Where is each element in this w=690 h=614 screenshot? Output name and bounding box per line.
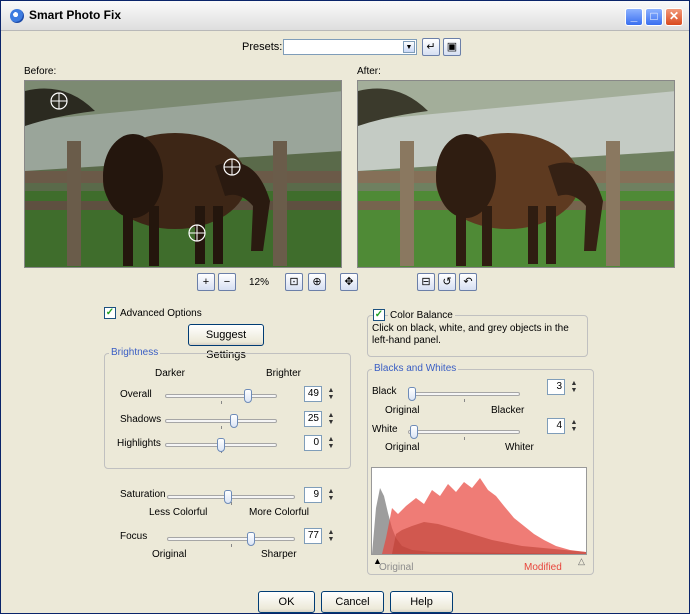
smart-photo-fix-dialog: Smart Photo Fix _ □ ✕ Presets: ▼ ↵ ▣ Bef… — [0, 0, 690, 614]
save-preset-icon[interactable]: ▣ — [443, 38, 461, 56]
saturation-label: Saturation — [120, 489, 166, 500]
white-spinner-icon[interactable]: ▲ ▼ — [569, 419, 579, 433]
shadows-value[interactable]: 25 — [304, 411, 322, 427]
preview-layout-icon[interactable]: ⊟ — [417, 273, 435, 291]
more-colorful-label: More Colorful — [249, 507, 310, 518]
sharper-label: Sharper — [261, 549, 297, 560]
focus-slider-thumb[interactable] — [247, 532, 256, 546]
maximize-button[interactable]: □ — [645, 8, 663, 26]
color-balance-label: Color Balance — [388, 310, 455, 321]
highlights-value[interactable]: 0 — [304, 435, 322, 451]
advanced-options-checkbox[interactable]: ✓ — [104, 307, 116, 319]
blacks-whites-title: Blacks and Whites — [372, 363, 459, 374]
black-original-label: Original — [385, 405, 420, 416]
actual-size-icon[interactable]: ⊕ — [308, 273, 326, 291]
highlights-spinner-icon[interactable]: ▲ ▼ — [326, 436, 336, 450]
saturation-value[interactable]: 9 — [304, 487, 322, 503]
shadows-label: Shadows — [120, 414, 162, 425]
focus-spinner-icon[interactable]: ▲ ▼ — [326, 529, 336, 543]
focus-value[interactable]: 77 — [304, 528, 322, 544]
zoom-level: 12% — [249, 277, 270, 288]
presets-dropdown[interactable]: ▼ — [283, 39, 417, 55]
zoom-out-icon[interactable]: − — [218, 273, 236, 291]
close-button[interactable]: ✕ — [665, 8, 683, 26]
after-photo — [358, 81, 674, 267]
blacker-label: Blacker — [491, 405, 525, 416]
white-label: White — [372, 424, 398, 435]
help-button[interactable]: Help — [390, 591, 453, 613]
suggest-settings-button[interactable]: Suggest Settings — [188, 324, 264, 361]
highlights-slider[interactable] — [165, 438, 277, 453]
zoom-in-icon[interactable]: + — [197, 273, 215, 291]
before-photo — [25, 81, 341, 267]
less-colorful-label: Less Colorful — [149, 507, 208, 518]
window-title: Smart Photo Fix — [29, 8, 122, 22]
brighter-label: Brighter — [266, 368, 302, 379]
overall-slider[interactable] — [165, 389, 277, 404]
after-label: After: — [357, 66, 381, 77]
black-slider-thumb[interactable] — [408, 387, 417, 401]
whiter-label: Whiter — [505, 442, 534, 453]
color-balance-checkbox[interactable]: ✓ — [373, 309, 385, 321]
overall-spinner-icon[interactable]: ▲ ▼ — [326, 387, 336, 401]
minimize-button[interactable]: _ — [625, 8, 643, 26]
overall-slider-thumb[interactable] — [243, 389, 252, 403]
saturation-spinner-icon[interactable]: ▲ ▼ — [326, 488, 336, 502]
color-balance-hint: Click on black, white, and grey objects … — [372, 323, 569, 346]
histogram-white-point-icon[interactable]: △ — [578, 556, 585, 567]
focus-slider[interactable] — [167, 532, 295, 547]
histogram — [371, 467, 587, 555]
before-label: Before: — [24, 66, 57, 77]
overall-value[interactable]: 49 — [304, 386, 322, 402]
white-slider-thumb[interactable] — [409, 425, 418, 439]
histogram-original-label: Original — [379, 562, 414, 573]
cancel-button[interactable]: Cancel — [321, 591, 384, 613]
histogram-graph — [372, 478, 586, 554]
black-label: Black — [372, 386, 397, 397]
shadows-spinner-icon[interactable]: ▲ ▼ — [326, 412, 336, 426]
overall-label: Overall — [120, 389, 152, 400]
app-icon — [10, 9, 24, 23]
black-spinner-icon[interactable]: ▲ ▼ — [569, 380, 579, 394]
focus-label: Focus — [120, 531, 148, 542]
ok-button[interactable]: OK — [258, 591, 315, 613]
saturation-slider[interactable] — [167, 490, 295, 505]
reset-icon[interactable]: ↺ — [438, 273, 456, 291]
black-value[interactable]: 3 — [547, 379, 565, 395]
advanced-options-label: Advanced Options — [120, 308, 202, 319]
zoom-to-fit-icon[interactable]: ⊡ — [285, 273, 303, 291]
before-preview[interactable] — [24, 80, 342, 268]
white-slider[interactable] — [408, 425, 520, 440]
focus-original-label: Original — [152, 549, 187, 560]
presets-label: Presets: — [242, 41, 283, 53]
highlights-label: Highlights — [117, 438, 161, 449]
run-preset-icon[interactable]: ↵ — [422, 38, 440, 56]
shadows-slider[interactable] — [165, 414, 277, 429]
chevron-down-icon: ▼ — [403, 41, 415, 53]
undo-icon[interactable]: ↶ — [459, 273, 477, 291]
after-preview[interactable] — [357, 80, 675, 268]
title-bar[interactable]: Smart Photo Fix _ □ ✕ — [1, 1, 689, 31]
highlights-slider-thumb[interactable] — [217, 438, 225, 452]
darker-label: Darker — [155, 368, 186, 379]
black-slider[interactable] — [408, 387, 520, 402]
shadows-slider-thumb[interactable] — [230, 414, 239, 428]
white-original-label: Original — [385, 442, 420, 453]
saturation-slider-thumb[interactable] — [224, 490, 233, 504]
pan-icon[interactable]: ✥ — [340, 273, 358, 291]
histogram-modified-label: Modified — [524, 562, 562, 573]
brightness-title: Brightness — [109, 347, 161, 358]
white-value[interactable]: 4 — [547, 418, 565, 434]
